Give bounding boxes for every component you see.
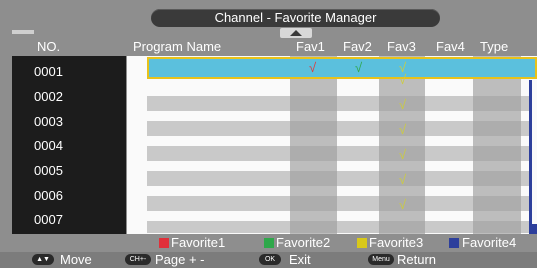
row-band — [147, 221, 537, 233]
scroll-up-button[interactable] — [280, 28, 312, 38]
legend-favorite4: Favorite4 — [462, 235, 517, 250]
fav2-check-mark: √ — [355, 60, 363, 75]
row-number[interactable]: 0006 — [34, 188, 63, 204]
row-band — [147, 196, 537, 211]
hint-exit: Exit — [289, 252, 311, 267]
row-number[interactable]: 0001 — [34, 64, 63, 80]
legend-favorite3: Favorite3 — [369, 235, 424, 250]
legend-favorite1: Favorite1 — [171, 235, 226, 250]
ok-key-icon: OK — [259, 254, 281, 265]
arrow-up-icon — [290, 30, 302, 36]
favorite1-swatch — [159, 238, 169, 248]
favorite3-swatch — [357, 238, 367, 248]
row-number[interactable]: 0003 — [34, 114, 63, 130]
header-fav1: Fav1 — [296, 39, 325, 54]
fav3-check-mark: √ — [399, 72, 407, 87]
header-fav4: Fav4 — [436, 39, 465, 54]
favorite2-swatch — [264, 238, 274, 248]
page-title: Channel - Favorite Manager — [214, 10, 377, 25]
row-number[interactable]: 0007 — [34, 212, 63, 228]
legend-favorite2: Favorite2 — [276, 235, 331, 250]
selected-row[interactable] — [147, 57, 537, 79]
fav1-check-mark: √ — [309, 60, 317, 75]
fav3-check-mark: √ — [399, 147, 407, 162]
row-band — [147, 146, 537, 161]
scrollbar-thumb[interactable] — [529, 224, 537, 234]
decorative-tab — [12, 30, 34, 34]
header-fav3: Fav3 — [387, 39, 416, 54]
row-band — [147, 121, 537, 136]
scrollbar[interactable] — [529, 80, 537, 232]
row-band — [147, 171, 537, 186]
row-number[interactable]: 0004 — [34, 138, 63, 154]
favorite4-swatch — [449, 238, 459, 248]
fav3-check-mark: √ — [399, 122, 407, 137]
fav3-check-mark: √ — [399, 197, 407, 212]
row-number[interactable]: 0002 — [34, 89, 63, 105]
header-type: Type — [480, 39, 509, 54]
header-no: NO. — [37, 39, 61, 54]
row-number[interactable]: 0005 — [34, 163, 63, 179]
hint-page: Page + - — [155, 252, 205, 267]
hint-move: Move — [60, 252, 92, 267]
header-program-name: Program Name — [133, 39, 222, 54]
move-key-icon: ▲▼ — [32, 254, 54, 265]
channel-key-icon: CH+- — [125, 254, 151, 265]
number-column — [12, 56, 126, 234]
fav3-check-mark: √ — [399, 172, 407, 187]
fav3-check-mark: √ — [399, 97, 407, 112]
hint-return: Return — [397, 252, 437, 267]
header-fav2: Fav2 — [343, 39, 372, 54]
menu-key-icon: Menu — [368, 254, 394, 265]
row-band — [147, 96, 537, 111]
